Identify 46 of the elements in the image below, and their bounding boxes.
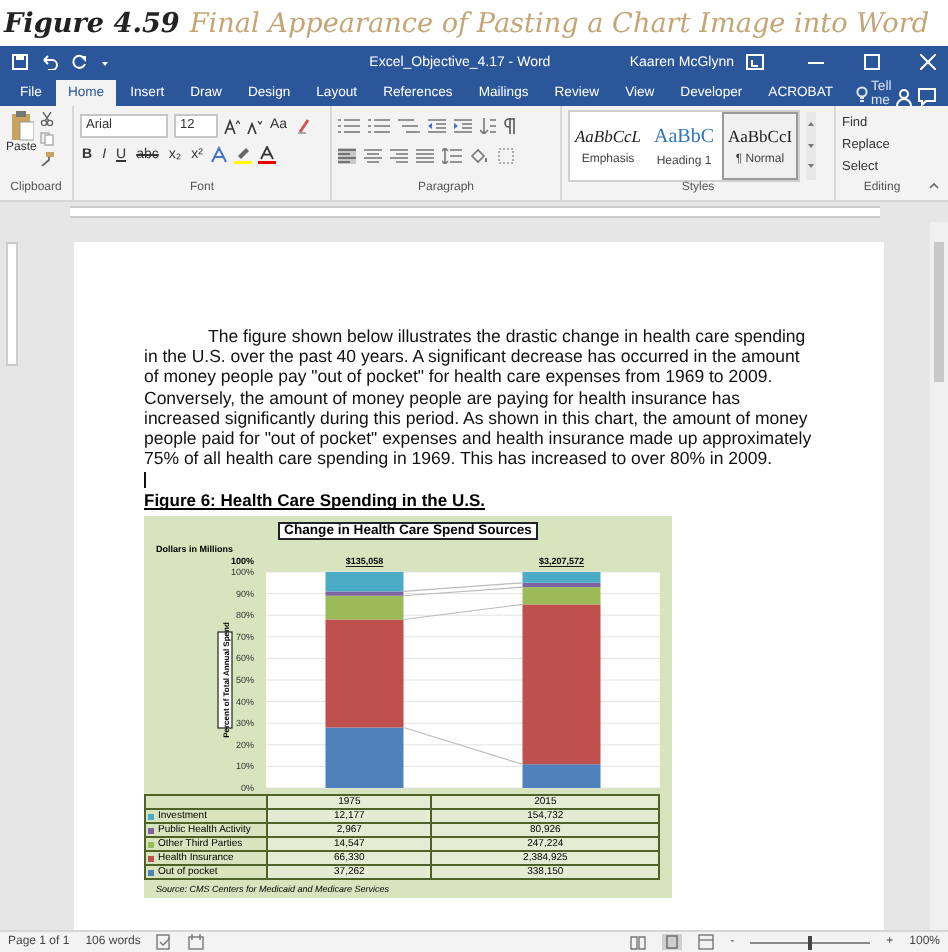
increase-indent-icon[interactable] xyxy=(454,117,472,133)
vertical-scrollbar[interactable] xyxy=(930,222,948,930)
body-paragraph: The figure shown below illustrates the drastic change in health care spending in the U.S. over the past 40 years. A significant decrease has occurred in the amount of money people pay "out of pocket" for health care expenses from 1969 to 2009. Conversely, the amount of money people are paying for health insurance has increased significantly during this period. As shown in this chart, the amount of money people paid for "out of pocket" expenses and health insurance made up approximately 75% of all health care spending in 1969. This has increased to over 80% in 2009. xyxy=(144,326,814,469)
proofing-icon[interactable] xyxy=(156,934,173,950)
comment-icon[interactable] xyxy=(918,88,937,106)
clipboard-icon[interactable] xyxy=(9,110,34,142)
close-icon[interactable] xyxy=(920,54,936,70)
borders-icon[interactable] xyxy=(498,147,514,163)
connector-line xyxy=(402,727,524,766)
gallery-scroll-icon[interactable] xyxy=(806,112,816,180)
figure-heading: Figure 6: Health Care Spending in the U.S. xyxy=(144,490,487,511)
shrink-font-icon[interactable] xyxy=(246,117,262,133)
justify-icon[interactable] xyxy=(416,147,434,163)
line-spacing-icon[interactable] xyxy=(442,147,462,163)
scissors-icon[interactable] xyxy=(40,112,55,126)
highlight-icon[interactable] xyxy=(234,146,253,164)
read-mode-icon[interactable] xyxy=(630,934,647,950)
maximize-icon[interactable] xyxy=(864,54,880,70)
undo-icon[interactable] xyxy=(40,54,60,70)
clear-format-icon[interactable] xyxy=(295,117,312,133)
ribbon-display-icon[interactable] xyxy=(746,54,764,70)
align-left-icon[interactable] xyxy=(338,147,356,163)
font-color-icon[interactable] xyxy=(258,146,277,164)
format-painter-icon[interactable] xyxy=(40,152,55,166)
pilcrow-icon[interactable] xyxy=(504,117,516,133)
person-icon[interactable] xyxy=(895,88,912,106)
sort-icon[interactable] xyxy=(480,117,496,133)
copy-icon[interactable] xyxy=(40,132,55,146)
text-cursor xyxy=(144,472,146,489)
redo-icon[interactable] xyxy=(72,54,88,70)
align-right-icon[interactable] xyxy=(390,147,408,163)
shading-icon[interactable] xyxy=(470,147,490,163)
figure-label: Figure 4.59 xyxy=(4,7,180,39)
web-layout-icon[interactable] xyxy=(698,934,715,950)
save-icon[interactable] xyxy=(12,54,28,70)
decrease-indent-icon[interactable] xyxy=(428,117,446,133)
align-center-icon[interactable] xyxy=(364,147,382,163)
lightbulb-icon[interactable] xyxy=(855,85,868,101)
figure-caption: Final Appearance of Pasting a Chart Image into Word xyxy=(189,7,930,39)
bullet-list-icon[interactable] xyxy=(338,117,360,133)
connector-line xyxy=(402,604,524,621)
grow-font-icon[interactable] xyxy=(224,117,240,133)
multilevel-list-icon[interactable] xyxy=(398,117,420,133)
numbered-list-icon[interactable] xyxy=(368,117,390,133)
text-effects-icon[interactable] xyxy=(210,146,229,164)
print-layout-icon[interactable] xyxy=(662,934,683,950)
